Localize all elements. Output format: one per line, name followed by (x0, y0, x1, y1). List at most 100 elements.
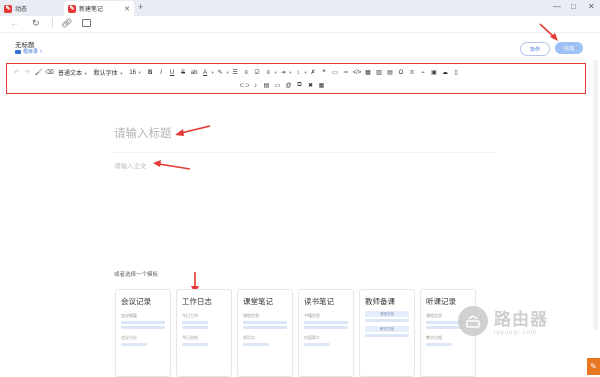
placeholder-bar (243, 343, 270, 346)
template-card-meeting[interactable]: 会议记录 会议概要 会议讨论 (115, 289, 171, 377)
corner-badge-icon: ✎ (587, 358, 600, 375)
font-size-select[interactable]: 16 ▼ (126, 70, 144, 76)
quote-icon[interactable]: ❝ (318, 69, 329, 76)
cloud-icon[interactable]: ☁ (439, 69, 450, 76)
tools-icon[interactable]: ✖ (305, 82, 316, 89)
microphone-icon[interactable]: ♪ (250, 83, 261, 89)
omega-symbol-icon[interactable]: Ω (395, 70, 406, 76)
underline-button[interactable]: U (167, 70, 178, 76)
template-card-worklog[interactable]: 工作日志 今日工作 今日总结 (176, 289, 232, 377)
placeholder-bar (365, 334, 409, 337)
placeholder-bar (121, 326, 165, 329)
format-painter-icon[interactable]: 🖌︎ (33, 69, 44, 76)
placeholder-bar (182, 321, 209, 324)
undo-icon[interactable]: ↶ (11, 69, 22, 76)
document-icon[interactable]: ▯ (450, 69, 461, 76)
placeholder-bar (243, 321, 287, 324)
copy-icon[interactable]: ⧉ (294, 82, 305, 89)
caret-down-icon: ▼ (137, 69, 142, 75)
tab-dynamic[interactable]: ✎ 动态 (0, 1, 64, 16)
text-color-button[interactable]: A (200, 70, 211, 76)
template-card-lesson-prep[interactable]: 教师备课 课程信息 教学过程 (359, 289, 415, 377)
watermark-text: 路由器 (494, 310, 548, 329)
title-input[interactable]: 请输入标题 (114, 125, 172, 141)
at-mention-icon[interactable]: @ (283, 83, 294, 89)
template-name: 读书笔记 (304, 297, 334, 306)
placeholder-bar (304, 321, 348, 324)
format-toolbar: ↶ ↷ 🖌︎ ⌫ 普通文本 ▼ 默认字体 ▼ 16 ▼ B I U S ab A… (6, 63, 586, 94)
template-label: 会议讨论 (121, 335, 137, 340)
strikethrough-button[interactable]: S (178, 70, 189, 76)
clear-format-icon[interactable]: ⌫ (44, 69, 55, 76)
columns-icon[interactable]: ▤ (384, 69, 395, 76)
template-label: 课程信息 (243, 313, 259, 318)
caret-down-icon: ▼ (83, 71, 88, 76)
font-family-select[interactable]: 默认字体 ▼ (91, 68, 127, 77)
tab-label: 动态 (15, 7, 28, 13)
horizontal-rule-icon[interactable]: ═ (340, 70, 351, 76)
new-tab-icon[interactable]: + (138, 2, 143, 12)
hyperlink-icon[interactable]: ⊂⊃ (239, 82, 250, 89)
app-logo-icon: ✎ (4, 4, 12, 13)
clipboard-icon[interactable]: ▭ (272, 82, 283, 89)
template-name: 课堂笔记 (243, 297, 273, 306)
placeholder-bar (182, 343, 209, 346)
template-name: 会议记录 (121, 297, 151, 306)
close-tab-icon[interactable]: ✕ (124, 5, 130, 13)
formula-icon[interactable]: π (406, 70, 417, 76)
paragraph-style-select[interactable]: 普通文本 ▼ (55, 68, 91, 77)
table-icon[interactable]: ▦ (362, 69, 373, 76)
image-icon[interactable]: ▣ (428, 69, 439, 76)
placeholder-bar (182, 326, 209, 329)
template-label: 书籍信息 (304, 313, 320, 318)
body-input[interactable]: 请输入正文 (114, 160, 147, 170)
layout-icon[interactable]: ▥ (373, 69, 384, 76)
refresh-icon[interactable]: ↻ (32, 18, 40, 29)
window-icon[interactable] (82, 19, 91, 27)
minimize-icon[interactable]: — (553, 2, 561, 11)
template-label: 内容简介 (304, 335, 320, 340)
line-height-icon[interactable]: ↕ (293, 70, 304, 76)
bullet-list-icon[interactable]: ☰ (230, 69, 241, 76)
watermark: 路由器 luyouqi.com (458, 305, 548, 336)
tab-label: 新建笔记 (79, 7, 104, 13)
templates-heading: 或者选择一个模板 (114, 272, 159, 278)
maximize-icon[interactable]: □ (571, 2, 576, 11)
template-label: 今日工作 (182, 313, 198, 318)
indent-icon[interactable]: ⇥ (278, 69, 289, 76)
note-icon[interactable]: ▦ (316, 82, 327, 89)
highlighter-icon[interactable]: ✎ (215, 69, 226, 76)
tab-new-note[interactable]: ✎ 新建笔记 ✕ (64, 1, 134, 16)
numbered-list-icon[interactable]: ≡ (241, 70, 252, 76)
back-icon[interactable]: ← (10, 18, 19, 28)
folder-breadcrumb[interactable]: 根目录 › (15, 48, 42, 55)
font-family-value: 默认字体 (93, 71, 118, 77)
template-label: 知识点 (243, 335, 255, 340)
chevron-right-icon: › (40, 48, 43, 55)
redo-icon[interactable]: ↷ (22, 69, 33, 76)
attachment-icon[interactable]: ⌁ (417, 69, 428, 76)
clear-icon[interactable]: ✗ (307, 69, 318, 76)
divider (114, 152, 494, 153)
placeholder-bar (121, 321, 165, 324)
link-icon[interactable]: 🔗︎ (61, 18, 72, 29)
checklist-icon[interactable]: ☑ (252, 69, 263, 76)
placeholder-bar (243, 326, 287, 329)
scrollbar[interactable] (593, 60, 598, 330)
comment-icon[interactable]: ▭ (329, 69, 340, 76)
annotation-arrow (153, 160, 191, 170)
template-card-class[interactable]: 课堂笔记 课程信息 知识点 (237, 289, 293, 377)
template-label: 今日总结 (182, 335, 198, 340)
calendar-icon[interactable]: ▤ (261, 82, 272, 89)
watermark-subtext: luyouqi.com (494, 330, 538, 336)
highlight-text-icon[interactable]: ab (189, 70, 200, 76)
window-close-icon[interactable]: ✕ (588, 2, 595, 11)
router-logo-icon (458, 305, 488, 336)
italic-button[interactable]: I (156, 70, 167, 76)
align-icon[interactable]: ≡ (263, 70, 274, 76)
code-icon[interactable]: </> (351, 70, 362, 76)
template-card-reading[interactable]: 读书笔记 书籍信息 内容简介 (298, 289, 354, 377)
bold-button[interactable]: B (145, 70, 156, 76)
annotation-arrow (539, 23, 558, 41)
folder-icon (15, 49, 21, 54)
